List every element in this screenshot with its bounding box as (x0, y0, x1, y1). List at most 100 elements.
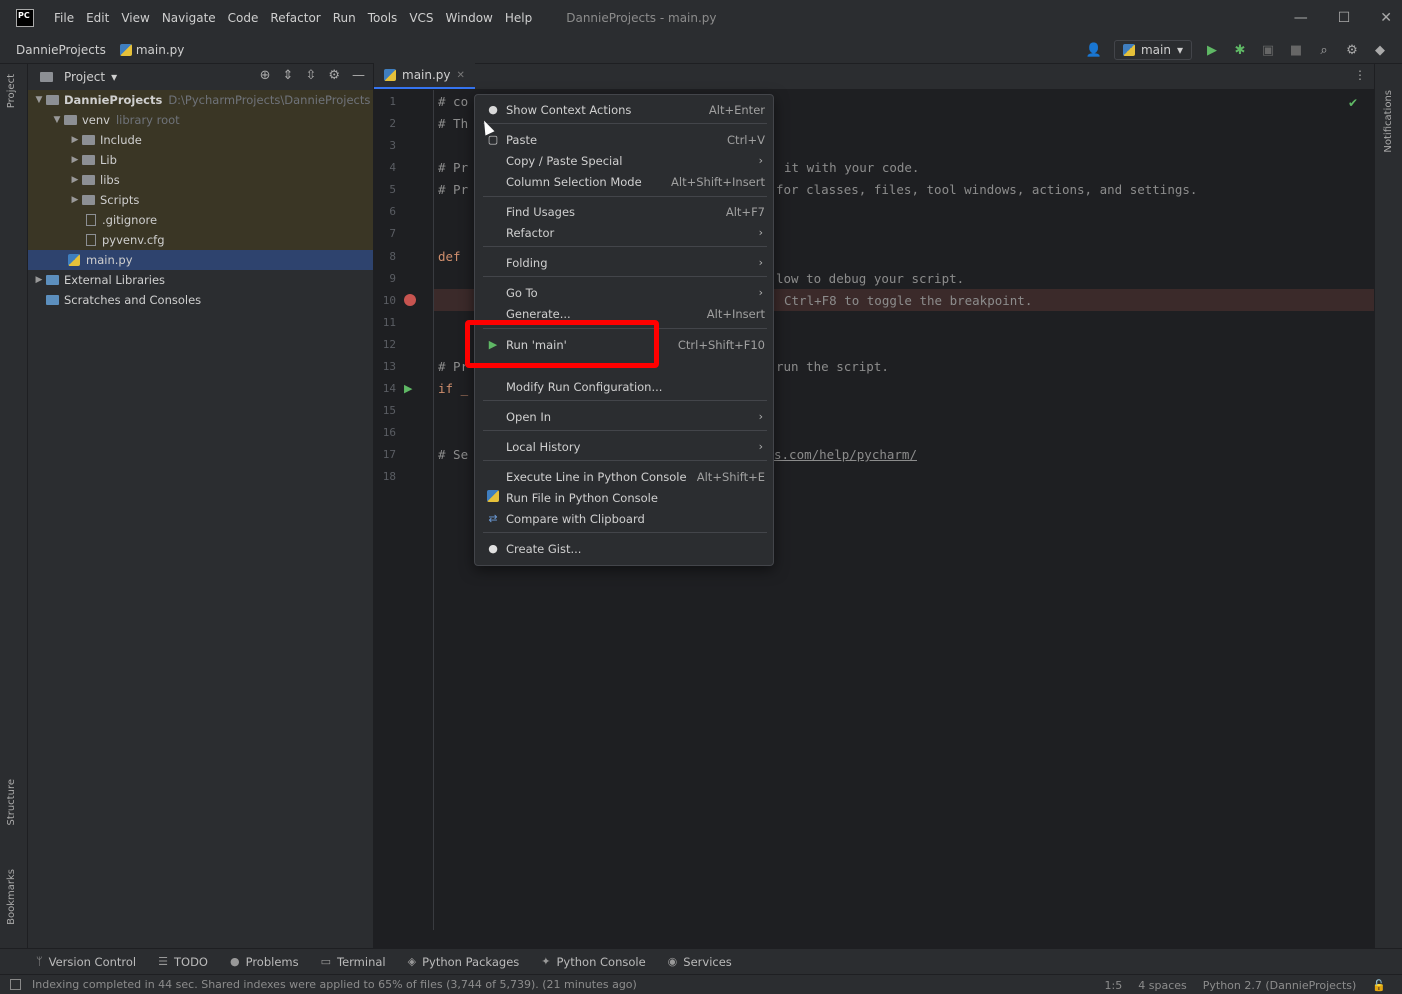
jetbrains-ai-icon[interactable]: ◆ (1372, 42, 1388, 58)
notifications-tool-button[interactable]: Notifications (1383, 90, 1394, 153)
debug-icon[interactable]: ✱ (1232, 42, 1248, 58)
tree-item-include[interactable]: ▶ Include (28, 130, 373, 150)
tool-version-control[interactable]: ᛘ Version Control (36, 955, 136, 969)
tool-problems[interactable]: ● Problems (230, 955, 299, 969)
stop-icon[interactable]: ■ (1288, 42, 1304, 58)
tree-item-pyvenv[interactable]: pyvenv.cfg (28, 230, 373, 250)
menu-item-column-selection-mode[interactable]: Column Selection Mode Alt+Shift+Insert (475, 171, 775, 192)
menu-separator (483, 400, 767, 401)
inspection-ok-icon[interactable]: ✔ (1348, 96, 1358, 110)
project-panel-title[interactable]: Project (64, 70, 105, 84)
menu-item-local-history[interactable]: Local History › (475, 436, 775, 457)
chevron-right-icon[interactable]: ▶ (68, 175, 82, 185)
breakpoint-icon[interactable] (404, 294, 416, 306)
tree-item-external-libraries[interactable]: ▶ External Libraries (28, 270, 373, 290)
python-file-icon (119, 43, 132, 56)
gear-icon[interactable]: ⚙ (328, 68, 340, 83)
search-icon[interactable]: ⌕ (1316, 42, 1332, 58)
run-icon[interactable]: ▶ (1204, 42, 1220, 58)
menu-window[interactable]: Window (440, 11, 499, 25)
tree-item-scratches[interactable]: Scratches and Consoles (28, 290, 373, 310)
status-toggle-icon[interactable] (10, 979, 21, 990)
tree-item-dannieprojects[interactable]: ▼ DannieProjects D:\PycharmProjects\Dann… (28, 90, 373, 110)
menu-file[interactable]: File (48, 11, 80, 25)
menu-item-open-in[interactable]: Open In › (475, 406, 775, 427)
menu-item-run-file-python-console[interactable]: Run File in Python Console (475, 487, 775, 508)
menu-item-compare-clipboard[interactable]: ⇄ Compare with Clipboard (475, 508, 775, 529)
breadcrumb-file[interactable]: main.py (119, 43, 184, 57)
tree-item-main-py[interactable]: main.py (28, 250, 373, 270)
menu-item-shortcut: Alt+Enter (708, 102, 765, 117)
breadcrumb-project[interactable]: DannieProjects (16, 43, 106, 57)
user-icon[interactable]: 👤 (1086, 42, 1102, 58)
menu-item-shortcut: Ctrl+Shift+F10 (677, 337, 765, 352)
terminal-icon: ▭ (320, 955, 332, 968)
tab-main-py[interactable]: main.py ✕ (374, 63, 475, 89)
tool-terminal[interactable]: ▭ Terminal (321, 955, 386, 969)
menu-code[interactable]: Code (222, 11, 265, 25)
tree-item-libs[interactable]: ▶ libs (28, 170, 373, 190)
bookmarks-tool-button[interactable]: Bookmarks (6, 869, 17, 925)
run-configuration-select[interactable]: main ▾ (1113, 40, 1192, 60)
menu-tools[interactable]: Tools (362, 11, 404, 25)
caret-position[interactable]: 1:5 (1105, 979, 1123, 992)
line-number: 1 (389, 95, 396, 108)
menu-item-execute-line-python-console[interactable]: Execute Line in Python Console Alt+Shift… (475, 466, 775, 487)
menu-run[interactable]: Run (327, 11, 362, 25)
indent-setting[interactable]: 4 spaces (1138, 979, 1187, 992)
menu-vcs[interactable]: VCS (403, 11, 439, 25)
menu-item-paste[interactable]: ▢ Paste Ctrl+V (475, 129, 775, 150)
expand-all-icon[interactable]: ⇕ (283, 68, 294, 83)
chevron-down-icon[interactable]: ▼ (50, 115, 64, 125)
more-vertical-icon[interactable]: ⋮ (1354, 68, 1366, 82)
coverage-icon[interactable]: ▣ (1260, 42, 1276, 58)
minimize-icon[interactable]: — (1294, 10, 1308, 26)
menu-separator (483, 246, 767, 247)
menu-item-create-gist[interactable]: ● Create Gist... (475, 538, 775, 559)
chevron-right-icon[interactable]: ▶ (32, 275, 46, 285)
folder-icon (82, 175, 95, 185)
code-line-14: if _ (438, 381, 469, 396)
gear-icon[interactable]: ⚙ (1344, 42, 1360, 58)
menu-item-show-context-actions[interactable]: ● Show Context Actions Alt+Enter (475, 99, 775, 120)
chevron-right-icon[interactable]: ▶ (68, 195, 82, 205)
run-gutter-icon[interactable]: ▶ (404, 382, 412, 395)
menu-item-copy-paste-special[interactable]: Copy / Paste Special › (475, 150, 775, 171)
locate-icon[interactable]: ⊕ (260, 68, 271, 83)
tool-python-packages[interactable]: ◈ Python Packages (408, 955, 520, 969)
chevron-right-icon[interactable]: ▶ (68, 135, 82, 145)
menu-item-modify-run-configuration[interactable]: Modify Run Configuration... (475, 376, 775, 397)
tree-item-venv[interactable]: ▼ venv library root (28, 110, 373, 130)
tree-item-gitignore[interactable]: .gitignore (28, 210, 373, 230)
menu-item-folding[interactable]: Folding › (475, 252, 775, 273)
menu-navigate[interactable]: Navigate (156, 11, 222, 25)
collapse-all-icon[interactable]: ⇳ (305, 68, 316, 83)
menu-item-go-to[interactable]: Go To › (475, 282, 775, 303)
close-icon[interactable]: ✕ (457, 70, 465, 81)
tool-todo[interactable]: ☰ TODO (158, 955, 208, 969)
close-icon[interactable]: ✕ (1380, 10, 1392, 26)
chevron-down-icon[interactable]: ▼ (32, 95, 46, 105)
tree-item-scripts[interactable]: ▶ Scripts (28, 190, 373, 210)
lock-icon[interactable]: 🔓 (1372, 979, 1386, 992)
python-interpreter[interactable]: Python 2.7 (DannieProjects) (1203, 979, 1357, 992)
tool-python-console[interactable]: ✦ Python Console (541, 955, 645, 969)
menu-item-refactor[interactable]: Refactor › (475, 222, 775, 243)
chevron-down-icon[interactable]: ▾ (111, 70, 117, 84)
help-link[interactable]: s.com/help/pycharm/ (774, 447, 917, 462)
menu-item-find-usages[interactable]: Find Usages Alt+F7 (475, 201, 775, 222)
project-tool-button[interactable]: Project (6, 74, 17, 108)
chevron-right-icon: › (758, 154, 763, 167)
menu-help[interactable]: Help (499, 11, 538, 25)
menu-refactor[interactable]: Refactor (264, 11, 326, 25)
structure-tool-button[interactable]: Structure (6, 779, 17, 826)
tree-item-lib[interactable]: ▶ Lib (28, 150, 373, 170)
hide-icon[interactable]: — (352, 68, 365, 83)
status-message[interactable]: Indexing completed in 44 sec. Shared ind… (32, 978, 637, 991)
menu-view[interactable]: View (115, 11, 155, 25)
tree-item-label: DannieProjects (64, 93, 163, 107)
chevron-right-icon[interactable]: ▶ (68, 155, 82, 165)
tool-services[interactable]: ◉ Services (668, 955, 732, 969)
maximize-icon[interactable]: ☐ (1338, 10, 1351, 26)
menu-edit[interactable]: Edit (80, 11, 115, 25)
